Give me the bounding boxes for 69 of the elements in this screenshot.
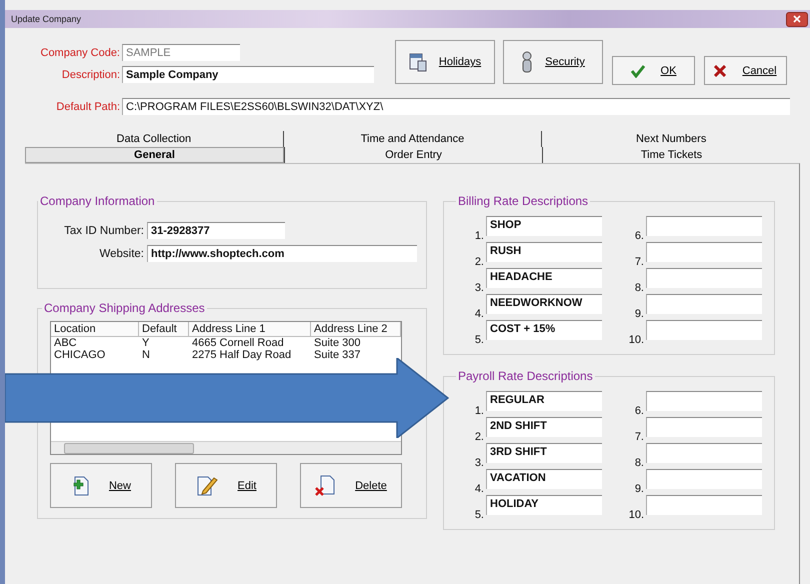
dialog-button[interactable]: OK <box>612 56 695 85</box>
action-button[interactable]: New <box>50 463 152 508</box>
group-title: Company Shipping Addresses <box>43 301 206 315</box>
field-label: Website: <box>98 248 145 260</box>
input-field[interactable]: REGULAR <box>486 391 602 411</box>
column-header[interactable]: Default <box>139 322 189 337</box>
input-field[interactable]: VACATION <box>486 469 602 489</box>
input-field[interactable]: http://www.shoptech.com <box>147 245 417 262</box>
row-number: 4. <box>474 308 485 320</box>
row-number: 9. <box>634 483 645 495</box>
tab[interactable]: General <box>25 147 284 163</box>
row-number: 10. <box>628 334 645 346</box>
table-cell-text: 2275 Half Day Road <box>191 349 292 361</box>
window-title: Update Company <box>11 14 82 24</box>
input-field[interactable]: SAMPLE <box>122 44 240 61</box>
tab[interactable]: Data Collection <box>25 131 283 147</box>
row-number: 6. <box>634 230 645 242</box>
group-title: Billing Rate Descriptions <box>457 194 590 208</box>
row-number: 3. <box>474 457 485 469</box>
row-number: 5. <box>474 509 485 521</box>
table-cell-text: CHICAGO <box>53 349 106 361</box>
table-cell-text: ABC <box>53 337 78 349</box>
dialog-button[interactable]: Cancel <box>704 56 787 85</box>
row-number: 8. <box>634 282 645 294</box>
field-label: Default Path: <box>55 100 121 112</box>
row-number: 5. <box>474 334 485 346</box>
table-cell-text: Y <box>141 337 150 349</box>
table-cell-text: 4665 Cornell Road <box>191 337 285 349</box>
row-number: 3. <box>474 282 485 294</box>
row-number: 2. <box>474 431 485 443</box>
group-title: Company Information <box>39 194 156 208</box>
tab[interactable]: Order Entry <box>284 147 542 163</box>
column-header[interactable]: Address Line 2 <box>311 322 401 337</box>
action-button[interactable]: Delete <box>300 463 402 508</box>
action-button[interactable]: Edit <box>175 463 277 508</box>
input-field[interactable]: HOLIDAY <box>486 495 602 515</box>
input-field[interactable]: Sample Company <box>122 66 374 83</box>
column-header[interactable]: Address Line 1 <box>189 322 311 337</box>
field-label: Company Code: <box>40 46 121 58</box>
table-cell-text: Suite 300 <box>313 337 362 349</box>
row-number: 7. <box>634 256 645 268</box>
row-number: 9. <box>634 308 645 320</box>
tab[interactable]: Next Numbers <box>541 131 800 147</box>
input-field[interactable]: RUSH <box>486 242 602 262</box>
input-field[interactable]: NEEDWORKNOW <box>486 294 602 314</box>
table-cell-text: Suite 337 <box>313 349 362 361</box>
row-number: 8. <box>634 457 645 469</box>
input-field[interactable]: 3RD SHIFT <box>486 443 602 463</box>
toolbar-button[interactable]: Holidays <box>395 40 495 84</box>
input-field[interactable]: HEADACHE <box>486 268 602 288</box>
field-label: Tax ID Number: <box>63 224 145 236</box>
input-field[interactable]: 2ND SHIFT <box>486 417 602 437</box>
table-cell-text: N <box>141 349 151 361</box>
row-number: 7. <box>634 431 645 443</box>
row-number: 4. <box>474 483 485 495</box>
input-field[interactable]: COST + 15% <box>486 320 602 340</box>
row-number: 1. <box>474 405 485 417</box>
input-field[interactable]: C:\PROGRAM FILES\E2SS60\BLSWIN32\DAT\XYZ\ <box>122 98 790 115</box>
input-field[interactable]: 31-2928377 <box>147 222 285 239</box>
input-field[interactable]: SHOP <box>486 216 602 236</box>
field-label: Description: <box>60 68 121 80</box>
row-number: 1. <box>474 230 485 242</box>
toolbar-button[interactable]: Security <box>503 40 603 84</box>
tab[interactable]: Time Tickets <box>542 147 800 163</box>
row-number: 6. <box>634 405 645 417</box>
column-header[interactable]: Location <box>51 322 139 337</box>
row-number: 2. <box>474 256 485 268</box>
group-title: Payroll Rate Descriptions <box>457 369 594 383</box>
row-number: 10. <box>628 509 645 521</box>
